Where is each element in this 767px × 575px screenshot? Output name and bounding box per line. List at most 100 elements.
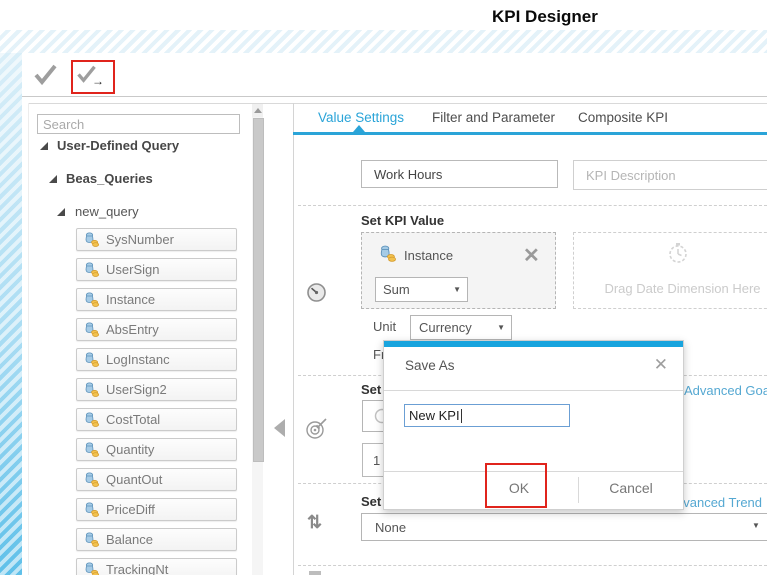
- field-label: AbsEntry: [106, 322, 159, 337]
- sidebar-left-border: [28, 103, 29, 575]
- field-label: UserSign: [106, 262, 159, 277]
- dialog-title: Save As: [405, 358, 455, 373]
- field-icon: [84, 412, 100, 427]
- kpi-designer-window: KPI Designer → User-Defined Query Beas_Q…: [0, 0, 767, 575]
- scrollbar-thumb[interactable]: [253, 118, 264, 462]
- set-kpi-value-heading: Set KPI Value: [361, 213, 444, 228]
- active-tab-pointer: [353, 125, 365, 132]
- expand-icon-group[interactable]: [49, 175, 57, 183]
- dialog-header-divider: [384, 390, 683, 391]
- field-label: LogInstanc: [106, 352, 170, 367]
- confirm-check-icon[interactable]: [33, 63, 58, 86]
- field-chip[interactable]: QuantOut: [76, 468, 237, 491]
- dropdown-arrow-icon: ▼: [497, 323, 505, 332]
- expand-icon-query[interactable]: [57, 208, 65, 216]
- field-chip[interactable]: AbsEntry: [76, 318, 237, 341]
- measure-field-label: Instance: [404, 248, 453, 263]
- gauge-icon: [306, 282, 327, 303]
- tab-composite-kpi[interactable]: Composite KPI: [578, 110, 668, 125]
- kpi-save-name-input[interactable]: New KPI: [404, 404, 570, 427]
- aggregation-value: Sum: [383, 282, 410, 297]
- save-as-dialog: Save As ✕ New KPI OK Cancel: [383, 340, 684, 510]
- left-striped-band: [0, 53, 22, 575]
- field-icon: [84, 352, 100, 367]
- field-label: UserSign2: [106, 382, 167, 397]
- field-icon: [84, 562, 100, 575]
- unit-select[interactable]: Currency ▼: [410, 315, 512, 340]
- scrollbar-up-button[interactable]: [252, 104, 263, 117]
- field-chip[interactable]: PriceDiff: [76, 498, 237, 521]
- field-icon: [84, 502, 100, 517]
- tab-underline: [293, 132, 767, 135]
- field-label: Instance: [106, 292, 155, 307]
- tree-node-root[interactable]: User-Defined Query: [57, 138, 179, 153]
- triangle-up-icon: [254, 108, 262, 113]
- field-icon: [84, 232, 100, 247]
- dialog-accent-bar: [384, 341, 683, 347]
- field-chip[interactable]: UserSign: [76, 258, 237, 281]
- field-label: CostTotal: [106, 412, 160, 427]
- text-caret: [461, 409, 462, 423]
- trend-select[interactable]: None: [361, 513, 767, 541]
- unit-value: Currency: [419, 320, 472, 335]
- trend-icon: ⇅: [307, 512, 322, 533]
- remove-measure-icon[interactable]: ✕: [523, 246, 540, 266]
- field-label: TrackingNt: [106, 562, 168, 575]
- field-chip[interactable]: LogInstanc: [76, 348, 237, 371]
- field-icon: [84, 382, 100, 397]
- field-icon: [84, 532, 100, 547]
- tab-filter-and-parameter[interactable]: Filter and Parameter: [432, 110, 555, 125]
- page-title: KPI Designer: [492, 7, 598, 27]
- field-chip[interactable]: CostTotal: [76, 408, 237, 431]
- field-chip[interactable]: TrackingNt: [76, 558, 237, 575]
- field-icon: [84, 262, 100, 277]
- annotation-highlight-toolbar: [71, 60, 115, 94]
- field-chip[interactable]: SysNumber: [76, 228, 237, 251]
- field-label: SysNumber: [106, 232, 174, 247]
- kpi-save-name-value: New KPI: [409, 408, 460, 423]
- panel-divider: [28, 103, 767, 104]
- toolbar: [22, 53, 767, 97]
- button-separator: [578, 477, 579, 503]
- kpi-description-input[interactable]: [573, 160, 767, 190]
- set-trend-heading: Set: [361, 494, 381, 509]
- section-separator: [298, 565, 767, 566]
- target-icon: [305, 416, 329, 440]
- date-dropzone-label: Drag Date Dimension Here: [574, 281, 767, 296]
- date-dimension-dropzone[interactable]: Drag Date Dimension Here: [573, 232, 767, 309]
- advanced-trend-link[interactable]: dvanced Trend: [676, 495, 762, 510]
- expand-icon-root[interactable]: [40, 142, 48, 150]
- field-label: PriceDiff: [106, 502, 155, 517]
- field-chip[interactable]: Quantity: [76, 438, 237, 461]
- striped-band: [0, 30, 767, 53]
- field-label: QuantOut: [106, 472, 162, 487]
- section-separator: [298, 205, 767, 206]
- advanced-goal-link[interactable]: Advanced Goa: [684, 383, 767, 398]
- splitter: [293, 103, 294, 575]
- cancel-button[interactable]: Cancel: [596, 480, 666, 496]
- kpi-measure-dropzone[interactable]: Instance ✕ Sum ▼: [361, 232, 556, 309]
- collapse-panel-arrow-icon[interactable]: [274, 419, 285, 437]
- annotation-highlight-ok: [485, 463, 547, 508]
- tree-node-query[interactable]: new_query: [75, 204, 139, 219]
- dropdown-arrow-icon: ▼: [453, 285, 461, 294]
- field-chip[interactable]: Instance: [76, 288, 237, 311]
- search-input[interactable]: [37, 114, 240, 134]
- field-icon: [84, 442, 100, 457]
- field-label: Quantity: [106, 442, 154, 457]
- set-goal-heading: Set: [361, 382, 381, 397]
- clock-icon: [667, 242, 689, 264]
- dialog-close-icon[interactable]: ✕: [654, 356, 668, 373]
- field-chip[interactable]: Balance: [76, 528, 237, 551]
- tree-node-group[interactable]: Beas_Queries: [66, 171, 153, 186]
- field-chip[interactable]: UserSign2: [76, 378, 237, 401]
- trend-value: None: [375, 520, 406, 535]
- field-icon: [84, 472, 100, 487]
- unit-label: Unit: [373, 319, 396, 334]
- next-section-icon: [309, 571, 321, 575]
- field-icon: [84, 292, 100, 307]
- kpi-name-input[interactable]: Work Hours: [361, 160, 558, 188]
- tab-value-settings[interactable]: Value Settings: [318, 110, 404, 125]
- aggregation-select[interactable]: Sum ▼: [375, 277, 468, 302]
- field-icon: [379, 245, 397, 262]
